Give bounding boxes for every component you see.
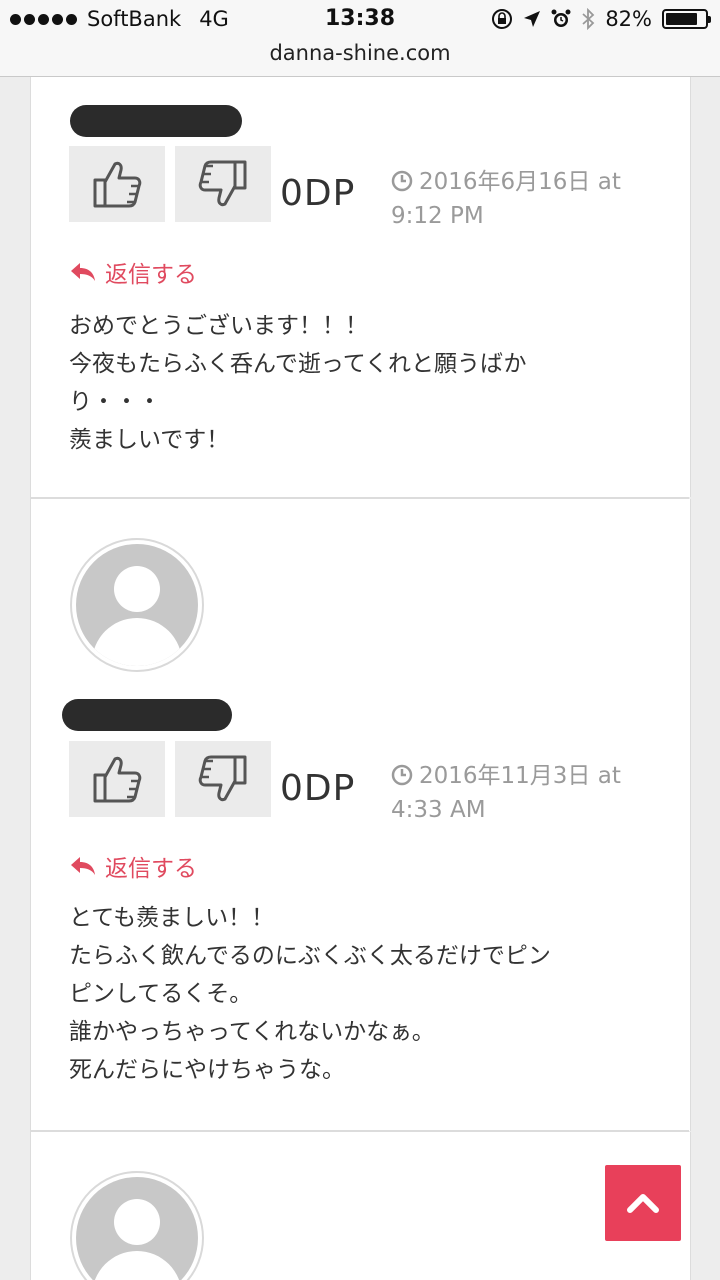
comment-date-line2: 4:33 AM [391, 797, 486, 823]
bluetooth-icon [582, 8, 595, 30]
comment-line: おめでとうございます！！！ [69, 313, 368, 339]
reply-label[interactable]: 返信する [105, 255, 197, 289]
reply-link[interactable]: 返信する [69, 849, 197, 883]
comment-date-line2: 9:12 PM [391, 203, 484, 229]
comment-date: 2016年11月3日 at 4:33 AM [391, 759, 641, 827]
reply-link[interactable]: 返信する [69, 255, 197, 289]
comment-line: ピンしてるくそ。 [69, 981, 253, 1007]
vote-score: 0DP [280, 173, 356, 214]
comment-line: 誰かやっちゃってくれないかなぁ。 [69, 1019, 435, 1045]
comment-line: たらふく飲んでるのにぶくぶく太るだけでピン [69, 943, 551, 969]
chevron-up-icon [627, 1194, 659, 1213]
status-bar: SoftBank 4G 13:38 82% [0, 0, 720, 40]
address-bar[interactable]: danna-shine.com [0, 40, 720, 77]
thumbs-down-icon [198, 755, 247, 802]
upvote-button[interactable] [69, 146, 165, 222]
reply-arrow-icon [71, 263, 95, 281]
url-domain[interactable]: danna-shine.com [269, 41, 450, 65]
comments-page: 0DP 2016年6月16日 at 9:12 PM 返信する おめでとうございま… [0, 77, 720, 1280]
rotation-lock-icon [492, 9, 513, 29]
avatar [70, 538, 204, 672]
scroll-to-top-button[interactable] [605, 1165, 681, 1241]
clock-icon [391, 170, 413, 192]
comment-line: 羨ましいです！ [69, 427, 230, 453]
comment-date-line1: 2016年6月16日 at [419, 169, 621, 195]
comment-line: 死んだらにやけちゃうな。 [69, 1057, 345, 1083]
thumbs-up-icon [93, 756, 142, 803]
downvote-button[interactable] [175, 741, 271, 817]
comment-line: とても羨ましい！！ [69, 905, 275, 931]
vote-score: 0DP [280, 768, 356, 809]
redacted-author-name [70, 105, 242, 137]
thumbs-up-icon [93, 161, 142, 208]
location-arrow-icon [524, 11, 541, 27]
comment-date: 2016年6月16日 at 9:12 PM [391, 165, 641, 233]
redacted-author-name [62, 699, 232, 731]
comment-text: とても羨ましい！！ たらふく飲んでるのにぶくぶく太るだけでピン ピンしてるくそ。… [69, 899, 629, 1089]
comment-line: 今夜もたらふく呑んで逝ってくれと願うばか [69, 351, 527, 377]
downvote-button[interactable] [175, 146, 271, 222]
comment-text: おめでとうございます！！！ 今夜もたらふく呑んで逝ってくれと願うばか り・・・ … [69, 307, 629, 459]
comment-date-line1: 2016年11月3日 at [419, 763, 621, 789]
battery-percent: 82% [605, 7, 652, 31]
upvote-button[interactable] [69, 741, 165, 817]
reply-arrow-icon [71, 857, 95, 875]
battery-fill [666, 13, 697, 25]
battery-icon [662, 9, 711, 29]
clock-icon [391, 764, 413, 786]
reply-label[interactable]: 返信する [105, 849, 197, 883]
thumbs-down-icon [198, 160, 247, 207]
comment-line: り・・・ [69, 389, 161, 415]
alarm-icon [551, 9, 571, 27]
